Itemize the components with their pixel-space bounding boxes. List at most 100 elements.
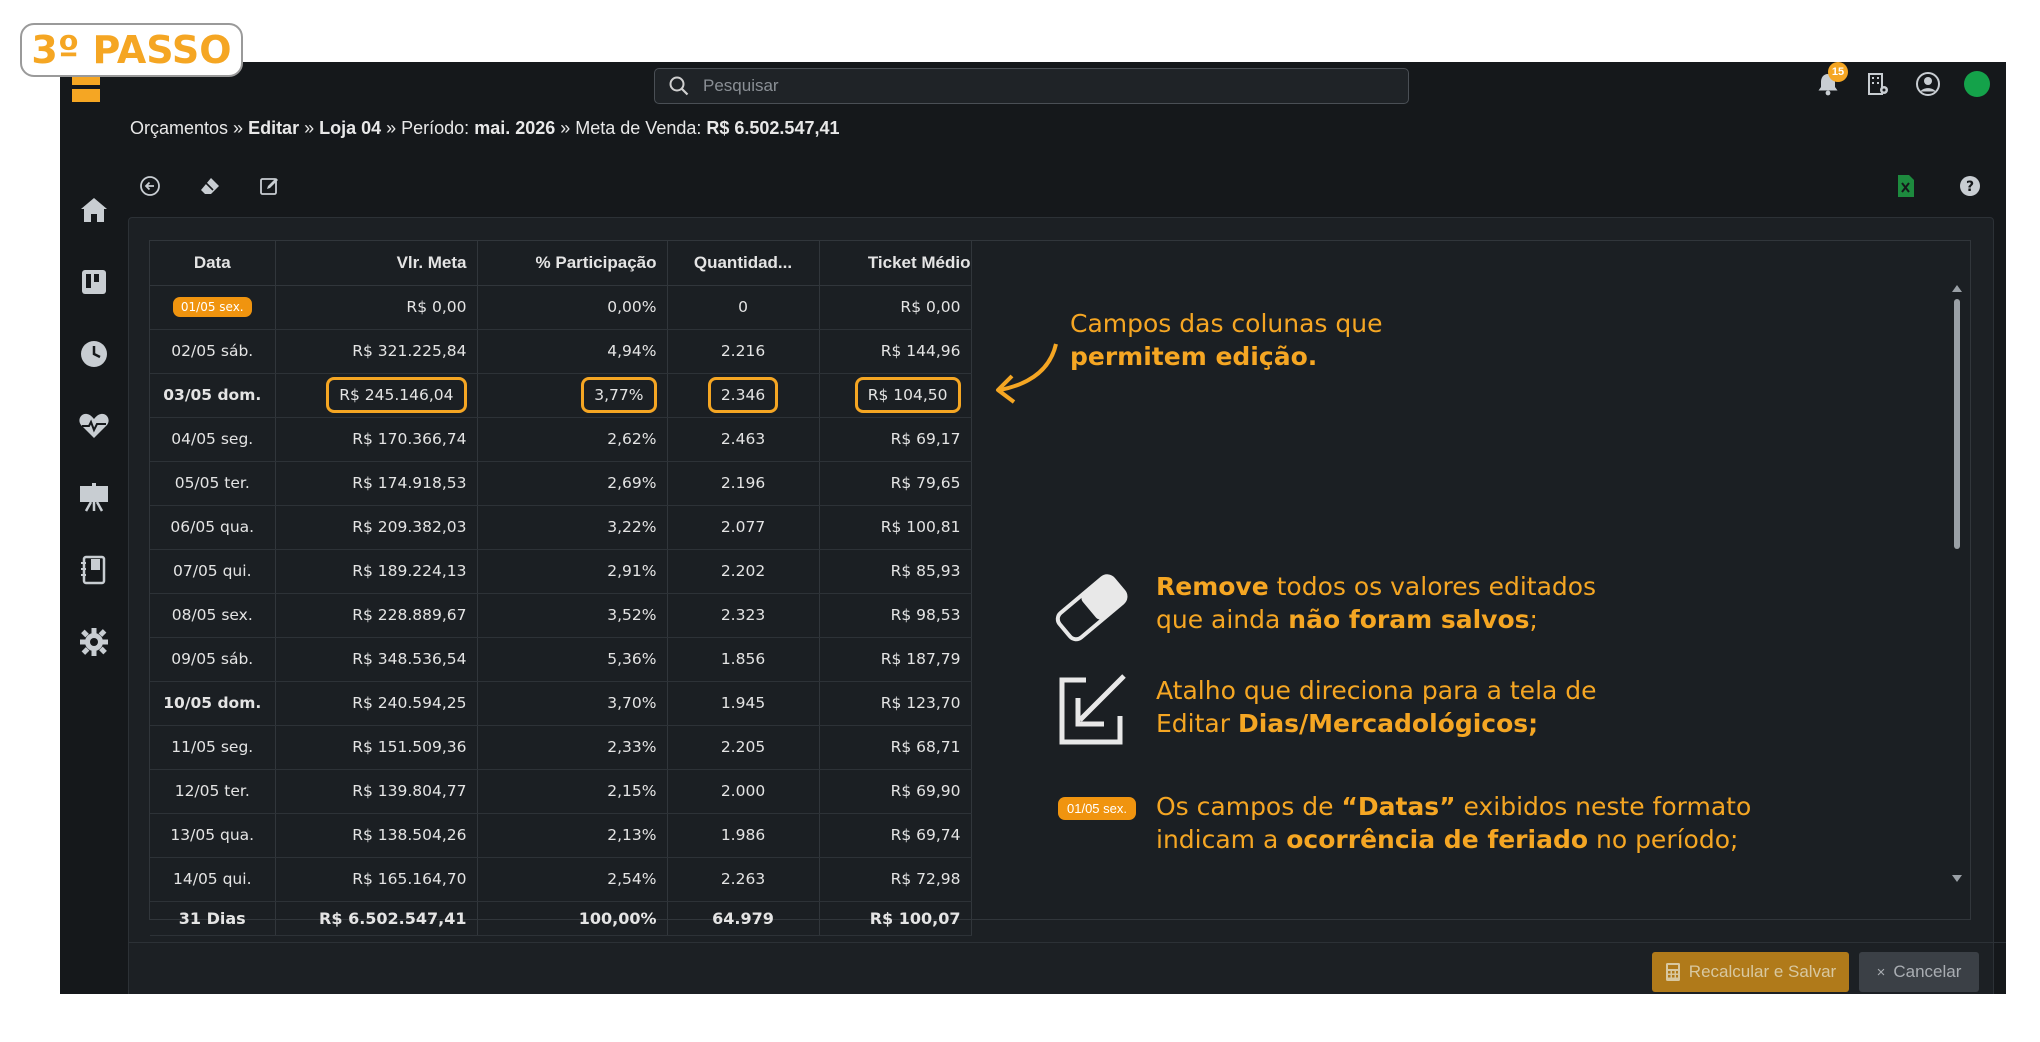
- cell-participacao[interactable]: 3,22%: [477, 505, 668, 550]
- cell-vlr-meta[interactable]: R$ 321.225,84: [275, 329, 478, 374]
- holiday-badge: 01/05 sex.: [172, 297, 252, 317]
- cell-quantidade[interactable]: 1.986: [667, 813, 820, 858]
- search-input[interactable]: [703, 76, 1303, 96]
- clear-edits-button[interactable]: [198, 174, 222, 198]
- cell-vlr-meta[interactable]: R$ 245.146,04: [275, 373, 478, 418]
- cell-quantidade[interactable]: 2.463: [667, 417, 820, 462]
- cell-quantidade[interactable]: 1.945: [667, 681, 820, 726]
- cell-quantidade[interactable]: 2.263: [667, 857, 820, 902]
- table-row: 05/05 ter. R$ 174.918,53 2,69% 2.196 R$ 79,6…: [150, 461, 972, 506]
- editable-field-highlight: R$ 245.146,04: [326, 377, 467, 413]
- scroll-down-arrow[interactable]: [1952, 875, 1962, 882]
- calculator-icon: [1665, 963, 1680, 981]
- cell-vlr-meta[interactable]: R$ 139.804,77: [275, 769, 478, 814]
- cell-ticket-medio[interactable]: R$ 69,17: [819, 417, 972, 462]
- export-excel-button[interactable]: [1894, 174, 1918, 198]
- sidebar-item-history[interactable]: [60, 332, 128, 376]
- scroll-up-arrow[interactable]: [1952, 285, 1962, 292]
- cell-participacao[interactable]: 3,70%: [477, 681, 668, 726]
- sidebar-item-boards[interactable]: [60, 260, 128, 304]
- heart-pulse-icon: [79, 413, 109, 438]
- breadcrumb-orcamentos[interactable]: Orçamentos: [130, 118, 228, 138]
- cell-quantidade[interactable]: 2.196: [667, 461, 820, 506]
- cell-quantidade[interactable]: 2.000: [667, 769, 820, 814]
- scroll-thumb[interactable]: [1954, 299, 1960, 549]
- cell-ticket-medio[interactable]: R$ 0,00: [819, 285, 972, 330]
- cancel-button[interactable]: × Cancelar: [1859, 952, 1979, 992]
- sidebar-item-notebook[interactable]: [60, 548, 128, 592]
- cell-ticket-medio[interactable]: R$ 68,71: [819, 725, 972, 770]
- cell-participacao[interactable]: 2,15%: [477, 769, 668, 814]
- cell-ticket-medio[interactable]: R$ 79,65: [819, 461, 972, 506]
- total-cell-qty: 64.979: [667, 900, 820, 936]
- recalculate-save-button[interactable]: Recalcular e Salvar: [1652, 952, 1849, 992]
- cell-participacao[interactable]: 3,52%: [477, 593, 668, 638]
- cell-ticket-medio[interactable]: R$ 69,90: [819, 769, 972, 814]
- cell-quantidade[interactable]: 2.346: [667, 373, 820, 418]
- cell-date: 04/05 seg.: [150, 417, 276, 462]
- cell-participacao[interactable]: 0,00%: [477, 285, 668, 330]
- sidebar-item-presentation[interactable]: [60, 476, 128, 520]
- notifications-button[interactable]: 15: [1814, 62, 1848, 98]
- cell-vlr-meta[interactable]: R$ 170.366,74: [275, 417, 478, 462]
- cell-participacao[interactable]: 4,94%: [477, 329, 668, 374]
- column-header-vlr-meta[interactable]: Vlr. Meta: [275, 241, 478, 286]
- search-box[interactable]: [654, 68, 1409, 104]
- sidebar-item-settings[interactable]: [60, 620, 128, 664]
- cell-quantidade[interactable]: 1.856: [667, 637, 820, 682]
- column-header-participacao[interactable]: % Participação: [477, 241, 668, 286]
- cell-participacao[interactable]: 3,77%: [477, 373, 668, 418]
- sidebar-item-home[interactable]: [60, 188, 128, 232]
- column-header-ticket-medio[interactable]: Ticket Médio: [819, 241, 972, 286]
- cell-vlr-meta[interactable]: R$ 228.889,67: [275, 593, 478, 638]
- cell-vlr-meta[interactable]: R$ 151.509,36: [275, 725, 478, 770]
- cell-quantidade[interactable]: 0: [667, 285, 820, 330]
- cell-vlr-meta[interactable]: R$ 138.504,26: [275, 813, 478, 858]
- cell-participacao[interactable]: 2,54%: [477, 857, 668, 902]
- cell-vlr-meta[interactable]: R$ 348.536,54: [275, 637, 478, 682]
- cell-participacao[interactable]: 2,33%: [477, 725, 668, 770]
- cell-vlr-meta[interactable]: R$ 174.918,53: [275, 461, 478, 506]
- cell-vlr-meta[interactable]: R$ 165.164,70: [275, 857, 478, 902]
- cell-date: 11/05 seg.: [150, 725, 276, 770]
- cell-participacao[interactable]: 2,13%: [477, 813, 668, 858]
- online-status-indicator[interactable]: [1964, 71, 1990, 97]
- sidebar-item-health[interactable]: [60, 404, 128, 448]
- cell-date: 02/05 sáb.: [150, 329, 276, 374]
- cell-ticket-medio[interactable]: R$ 85,93: [819, 549, 972, 594]
- cell-ticket-medio[interactable]: R$ 123,70: [819, 681, 972, 726]
- back-button[interactable]: [138, 174, 162, 198]
- cell-quantidade[interactable]: 2.216: [667, 329, 820, 374]
- cell-vlr-meta[interactable]: R$ 240.594,25: [275, 681, 478, 726]
- cell-vlr-meta[interactable]: R$ 189.224,13: [275, 549, 478, 594]
- cell-ticket-medio[interactable]: R$ 104,50: [819, 373, 972, 418]
- cell-quantidade[interactable]: 2.202: [667, 549, 820, 594]
- cell-ticket-medio[interactable]: R$ 98,53: [819, 593, 972, 638]
- edit-days-button[interactable]: [258, 174, 282, 198]
- total-cell-date: 31 Dias: [150, 900, 276, 936]
- column-header-data[interactable]: Data: [150, 241, 276, 286]
- annotation-shortcut: Atalho que direciona para a tela de Edit…: [1156, 676, 1597, 738]
- cell-participacao[interactable]: 2,91%: [477, 549, 668, 594]
- cell-quantidade[interactable]: 2.323: [667, 593, 820, 638]
- cell-vlr-meta[interactable]: R$ 209.382,03: [275, 505, 478, 550]
- pencil-square-icon: [260, 178, 278, 195]
- user-account-button[interactable]: [1914, 70, 1942, 98]
- cell-participacao[interactable]: 2,69%: [477, 461, 668, 506]
- cell-ticket-medio[interactable]: R$ 69,74: [819, 813, 972, 858]
- cell-quantidade[interactable]: 2.077: [667, 505, 820, 550]
- cell-ticket-medio[interactable]: R$ 100,81: [819, 505, 972, 550]
- help-button[interactable]: ?: [1958, 174, 1982, 198]
- column-header-quantidade[interactable]: Quantidad...: [667, 241, 820, 286]
- cell-participacao[interactable]: 2,62%: [477, 417, 668, 462]
- company-settings-button[interactable]: [1864, 70, 1892, 98]
- cell-ticket-medio[interactable]: R$ 144,96: [819, 329, 972, 374]
- cell-ticket-medio[interactable]: R$ 187,79: [819, 637, 972, 682]
- cell-participacao[interactable]: 5,36%: [477, 637, 668, 682]
- cell-quantidade[interactable]: 2.205: [667, 725, 820, 770]
- cell-vlr-meta[interactable]: R$ 0,00: [275, 285, 478, 330]
- table-scrollbar[interactable]: [1952, 285, 1962, 885]
- step-badge: 3º PASSO: [20, 23, 243, 77]
- budget-table: Data Vlr. Meta % Participação Quantidad.…: [150, 241, 972, 936]
- cell-ticket-medio[interactable]: R$ 72,98: [819, 857, 972, 902]
